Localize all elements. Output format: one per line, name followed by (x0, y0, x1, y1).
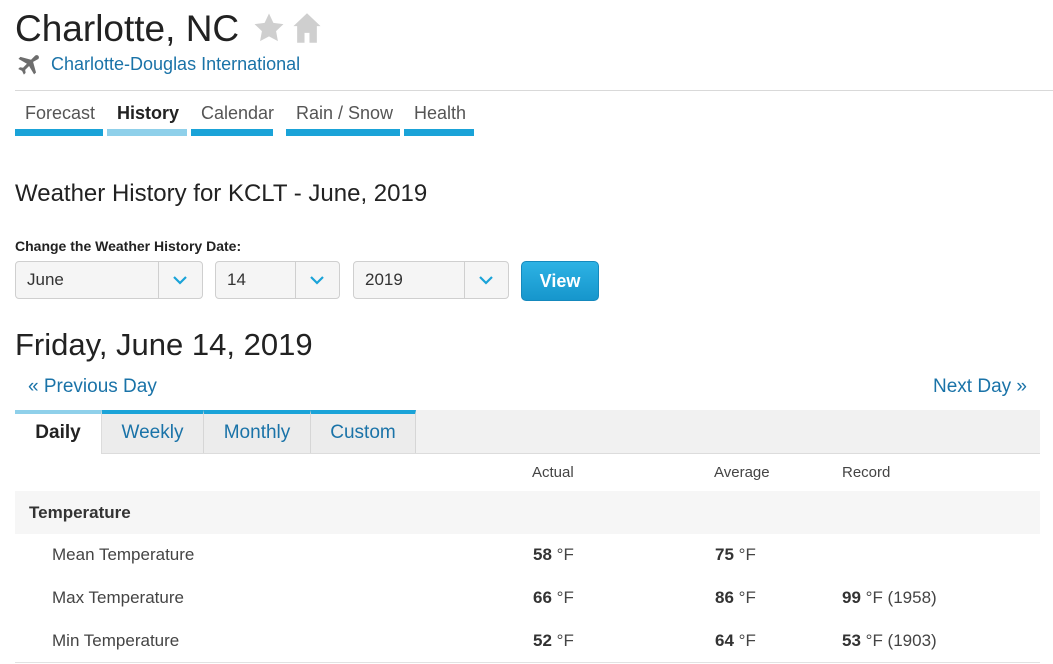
tab-monthly[interactable]: Monthly (204, 410, 311, 453)
date-title: Friday, June 14, 2019 (15, 327, 313, 362)
column-header-average: Average (714, 464, 770, 481)
home-icon[interactable] (292, 12, 322, 44)
tab-label: Custom (330, 422, 396, 443)
tab-label: History (117, 103, 180, 123)
unit: °F (738, 631, 756, 650)
max-actual: 66 °F (533, 588, 574, 608)
tab-label: Monthly (223, 422, 291, 443)
chevron-down-icon[interactable] (295, 262, 339, 298)
chevron-down-icon[interactable] (158, 262, 202, 298)
year-select[interactable]: 2019 (353, 261, 509, 299)
row-label-mean-temperature: Mean Temperature (52, 545, 195, 564)
value: 58 (533, 545, 552, 564)
tab-daily[interactable]: Daily (15, 410, 102, 454)
unit: °F (1903) (865, 631, 937, 650)
column-header-record: Record (842, 464, 891, 481)
unit: °F (556, 631, 574, 650)
change-date-label: Change the Weather History Date: (15, 238, 242, 254)
unit: °F (1958) (865, 588, 937, 607)
value: 52 (533, 631, 552, 650)
unit: °F (556, 588, 574, 607)
tab-label: Calendar (201, 103, 275, 123)
year-select-value: 2019 (365, 270, 403, 289)
previous-day-link[interactable]: « Previous Day (28, 375, 157, 399)
airplane-icon (18, 55, 39, 75)
max-record: 99 °F (1958) (842, 588, 937, 608)
value: 64 (715, 631, 734, 650)
value: 75 (715, 545, 734, 564)
next-day-link[interactable]: Next Day » (933, 375, 1027, 399)
value: 99 (842, 588, 861, 607)
view-button[interactable]: View (521, 261, 599, 301)
tab-weekly[interactable]: Weekly (102, 410, 204, 453)
column-header-actual: Actual (532, 464, 574, 481)
value: 66 (533, 588, 552, 607)
row-label-min-temperature: Min Temperature (52, 631, 180, 650)
row-label-max-temperature: Max Temperature (52, 588, 184, 607)
temperature-section-header: Temperature (15, 491, 1040, 534)
day-select-value: 14 (227, 270, 246, 289)
max-average: 86 °F (715, 588, 756, 608)
month-select[interactable]: June (15, 261, 203, 299)
min-actual: 52 °F (533, 631, 574, 651)
tab-health[interactable]: Health (404, 101, 474, 136)
tab-label: Rain / Snow (296, 103, 394, 123)
tab-calendar[interactable]: Calendar (191, 101, 275, 136)
tab-forecast[interactable]: Forecast (15, 101, 103, 136)
unit: °F (738, 545, 756, 564)
value: 86 (715, 588, 734, 607)
min-record: 53 °F (1903) (842, 631, 937, 651)
tab-label: Forecast (25, 103, 96, 123)
tab-custom[interactable]: Custom (311, 410, 416, 453)
history-title: Weather History for KCLT - June, 2019 (15, 180, 428, 207)
unit: °F (556, 545, 574, 564)
tab-label: Daily (35, 422, 81, 443)
mean-actual: 58 °F (533, 545, 574, 565)
page-title: Charlotte, NC (15, 8, 240, 49)
tab-label: Weekly (121, 422, 184, 443)
tab-rain-snow[interactable]: Rain / Snow (286, 101, 400, 136)
header-divider (15, 90, 1053, 91)
chevron-down-icon[interactable] (464, 262, 508, 298)
month-select-value: June (27, 270, 64, 289)
table-bottom-divider (15, 662, 1040, 663)
value: 53 (842, 631, 861, 650)
mean-average: 75 °F (715, 545, 756, 565)
station-link[interactable]: Charlotte-Douglas International (51, 53, 300, 75)
unit: °F (738, 588, 756, 607)
section-title: Temperature (29, 503, 131, 522)
tab-label: Health (414, 103, 467, 123)
min-average: 64 °F (715, 631, 756, 651)
day-select[interactable]: 14 (215, 261, 340, 299)
tab-history[interactable]: History (107, 101, 187, 136)
star-icon[interactable] (252, 11, 286, 45)
